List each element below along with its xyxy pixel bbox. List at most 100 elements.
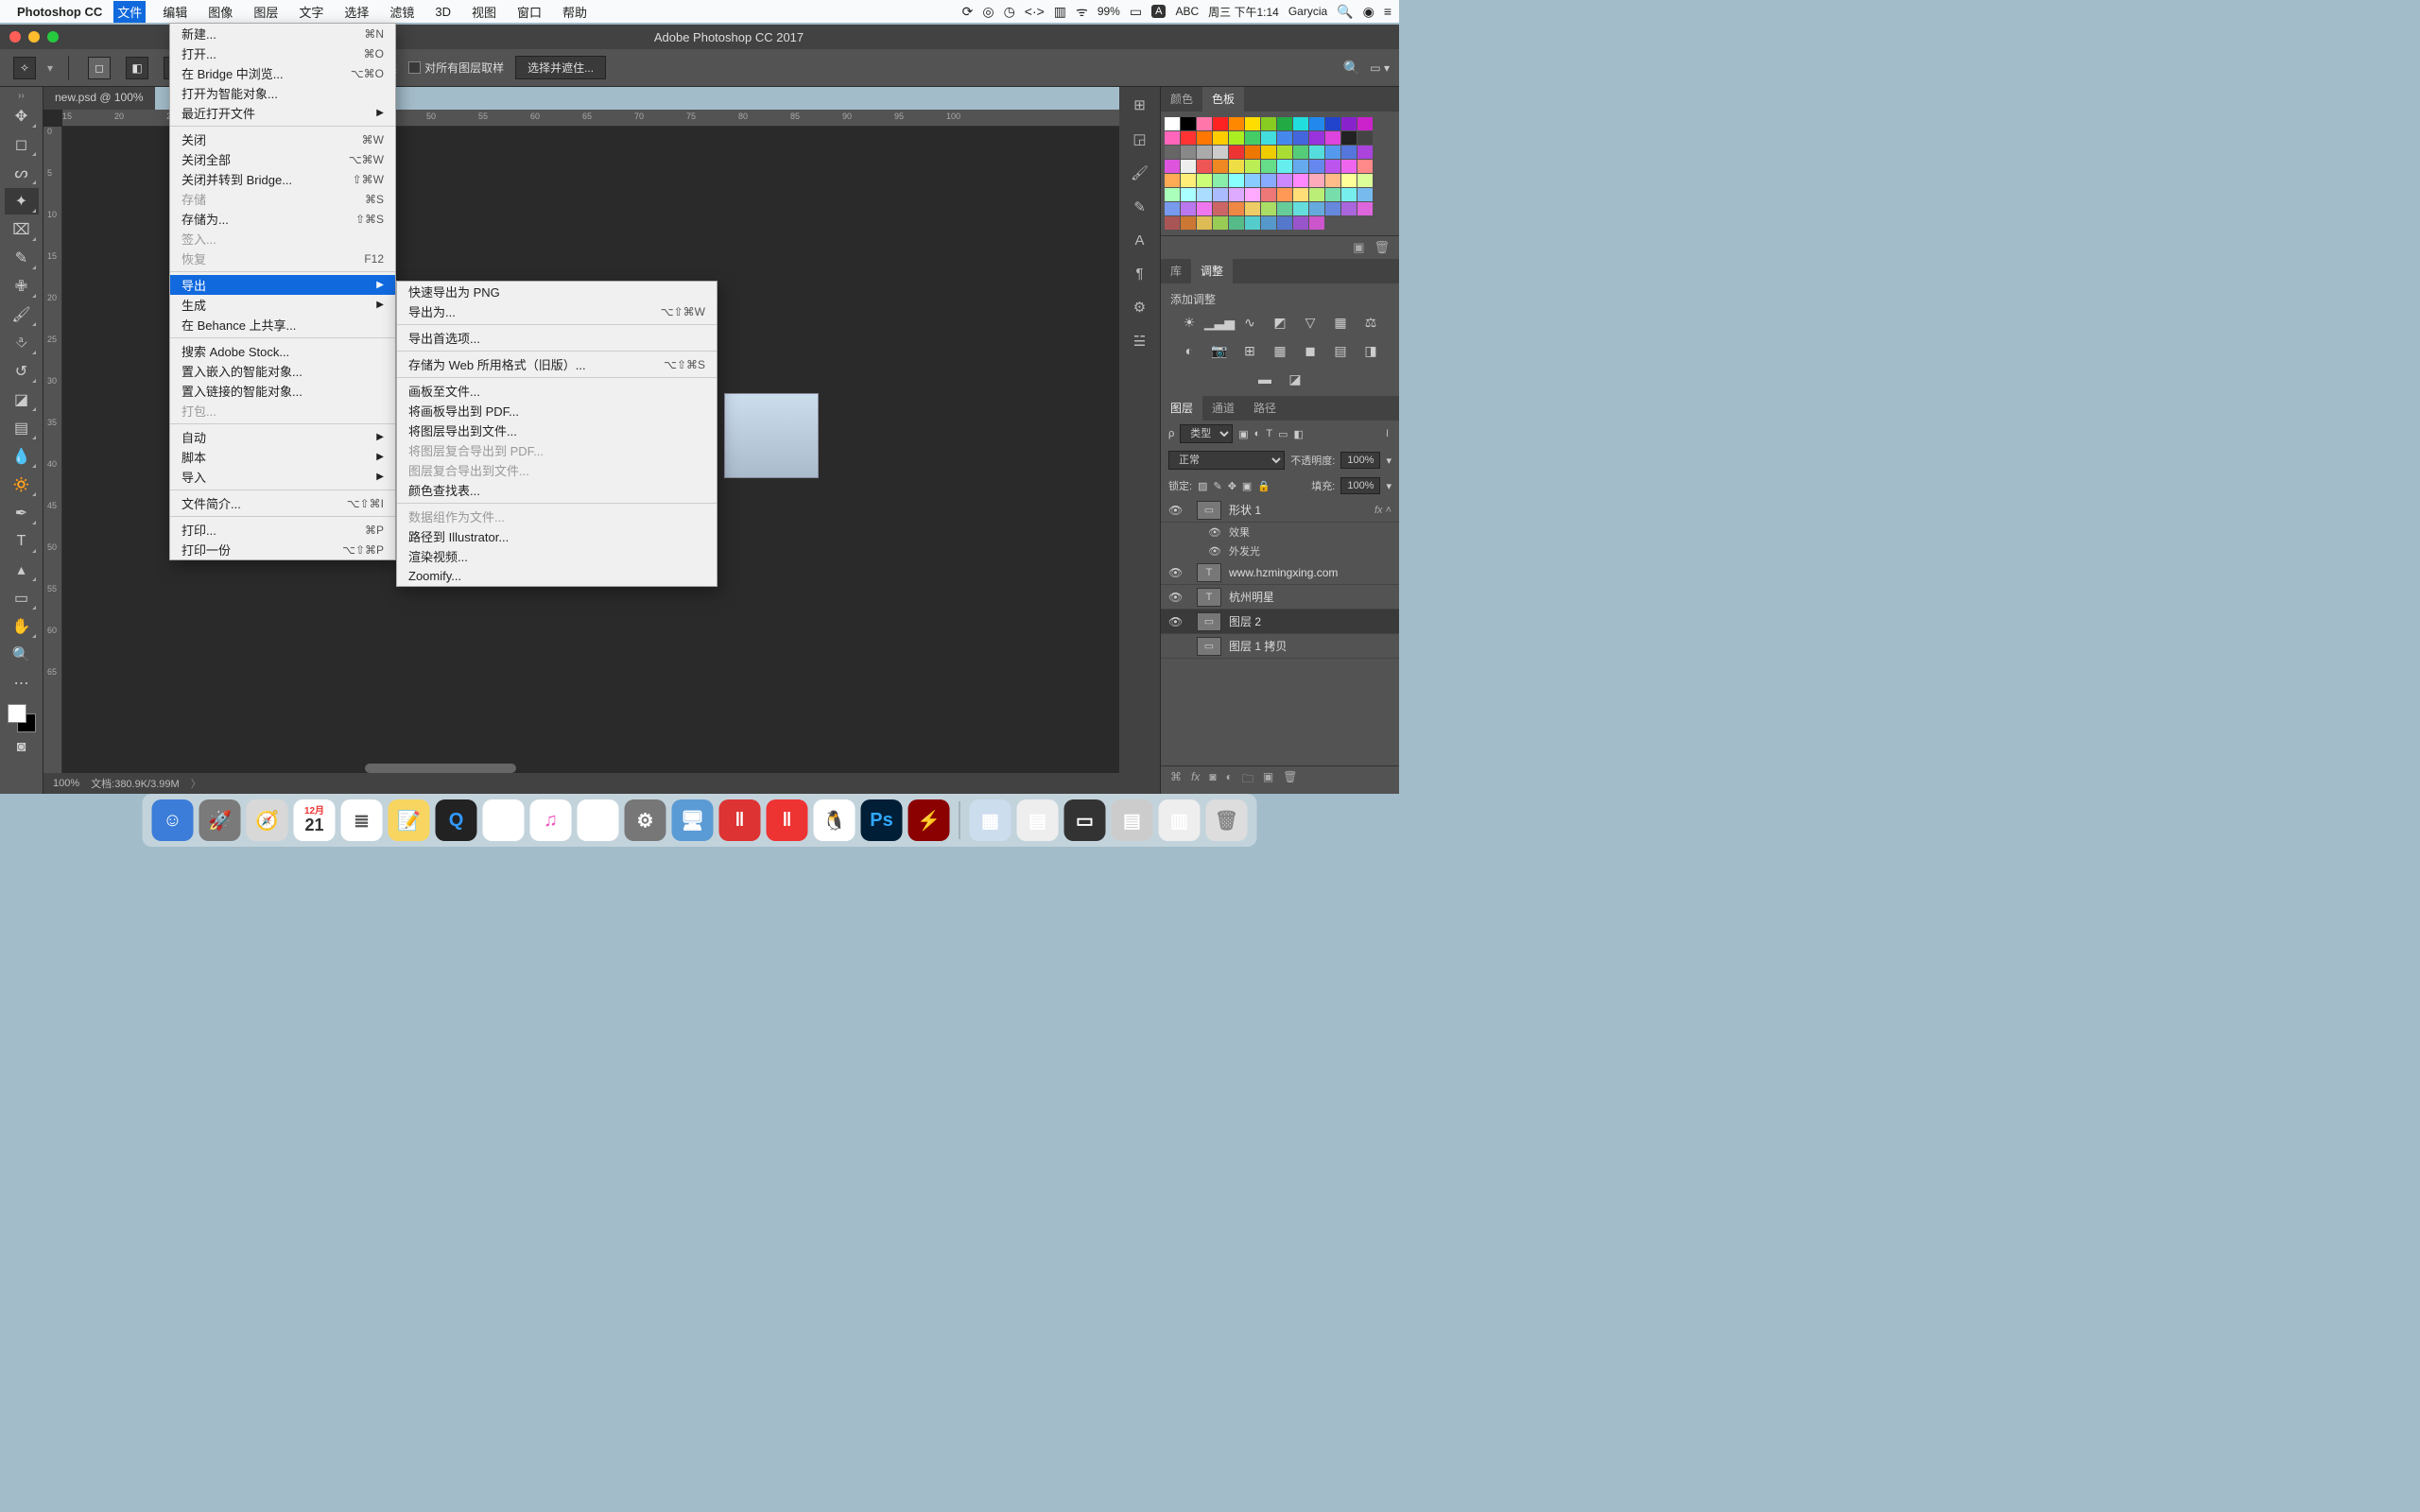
new-adjustlayer-icon[interactable]: ◐ xyxy=(1226,770,1233,790)
colorbal-icon[interactable]: ⚖ xyxy=(1360,313,1381,332)
menu-item[interactable]: 存储为...⇧⌘S xyxy=(170,209,395,229)
swatch[interactable] xyxy=(1341,131,1357,145)
opacity-value[interactable]: 100% xyxy=(1340,452,1380,469)
layer-row[interactable]: ▭图层 1 拷贝 xyxy=(1161,634,1399,659)
select-and-mask-button[interactable]: 选择并遮住... xyxy=(515,56,606,79)
eraser-tool[interactable]: ◪ xyxy=(5,387,39,413)
lock-artboard-icon[interactable]: ▣ xyxy=(1242,480,1252,492)
selective-color-icon[interactable]: ◪ xyxy=(1285,369,1305,388)
layer-row[interactable]: 👁▭图层 2 xyxy=(1161,610,1399,634)
swatch[interactable] xyxy=(1325,188,1340,201)
histogram-icon[interactable]: ⊞ xyxy=(1133,96,1146,113)
layers-icon[interactable]: ☱ xyxy=(1133,333,1146,350)
menu-item[interactable]: 将图层导出到文件... xyxy=(397,421,717,440)
menu-item[interactable]: 新建...⌘N xyxy=(170,24,395,43)
menu-item[interactable]: 打印...⌘P xyxy=(170,520,395,540)
swatch[interactable] xyxy=(1165,146,1180,159)
ime-badge[interactable]: A xyxy=(1151,5,1166,18)
dodge-tool[interactable]: 🔅 xyxy=(5,472,39,498)
swatch[interactable] xyxy=(1245,174,1260,187)
swatch[interactable] xyxy=(1341,202,1357,215)
swatch[interactable] xyxy=(1277,117,1292,130)
swatch[interactable] xyxy=(1293,202,1308,215)
swatch[interactable] xyxy=(1245,216,1260,230)
swatch[interactable] xyxy=(1357,146,1373,159)
swatch[interactable] xyxy=(1261,174,1276,187)
swatch[interactable] xyxy=(1357,188,1373,201)
swatch[interactable] xyxy=(1341,160,1357,173)
gradmap-icon[interactable]: ▬ xyxy=(1254,369,1275,388)
swatch[interactable] xyxy=(1165,117,1180,130)
swatch[interactable] xyxy=(1357,131,1373,145)
swatch[interactable] xyxy=(1309,160,1324,173)
swatch[interactable] xyxy=(1341,117,1357,130)
swatch[interactable] xyxy=(1229,216,1244,230)
zoom-window-button[interactable] xyxy=(47,31,59,43)
menu-item[interactable]: 导入▶ xyxy=(170,467,395,487)
hand-tool[interactable]: ✋ xyxy=(5,613,39,640)
trash-app[interactable]: 🗑 xyxy=(1206,799,1248,841)
new-layer-icon[interactable]: ▣ xyxy=(1263,770,1273,790)
parallels2-app[interactable]: ‖ xyxy=(767,799,808,841)
menu-item[interactable]: 置入链接的智能对象... xyxy=(170,381,395,401)
layer-thumbnail[interactable]: T xyxy=(1197,588,1221,607)
swatch[interactable] xyxy=(1197,131,1212,145)
navigator-icon[interactable]: ◲ xyxy=(1132,130,1146,147)
siri-icon[interactable]: ◉ xyxy=(1363,4,1374,20)
menu-edit[interactable]: 编辑 xyxy=(159,1,191,23)
safari-app[interactable]: 🧭 xyxy=(247,799,288,841)
menu-item[interactable]: 路径到 Illustrator... xyxy=(397,526,717,546)
close-window-button[interactable] xyxy=(9,31,21,43)
swatch[interactable] xyxy=(1309,131,1324,145)
menu-type[interactable]: 文字 xyxy=(295,1,327,23)
swatch[interactable] xyxy=(1309,188,1324,201)
exposure-icon[interactable]: ◩ xyxy=(1270,313,1290,332)
visibility-icon[interactable]: 👁 xyxy=(1168,566,1184,579)
tab-channels[interactable]: 通道 xyxy=(1202,395,1244,421)
menu-select[interactable]: 选择 xyxy=(340,1,372,23)
swatch[interactable] xyxy=(1197,160,1212,173)
swatch[interactable] xyxy=(1213,146,1228,159)
tab-adjustments[interactable]: 调整 xyxy=(1191,258,1233,284)
ruler-vertical[interactable]: 05101520253035404550556065 xyxy=(43,127,62,794)
menu-item[interactable]: 最近打开文件▶ xyxy=(170,103,395,123)
swatch[interactable] xyxy=(1229,174,1244,187)
menu-item[interactable]: 导出▶ xyxy=(170,275,395,295)
fill-value[interactable]: 100% xyxy=(1340,477,1380,494)
swatch[interactable] xyxy=(1277,131,1292,145)
visibility-icon[interactable]: 👁 xyxy=(1208,545,1221,558)
swatch[interactable] xyxy=(1293,146,1308,159)
menu-help[interactable]: 帮助 xyxy=(559,1,591,23)
swatch[interactable] xyxy=(1261,216,1276,230)
visibility-icon[interactable]: 👁 xyxy=(1208,526,1221,539)
swatch[interactable] xyxy=(1357,117,1373,130)
swatch[interactable] xyxy=(1213,216,1228,230)
dock-window-1[interactable]: ▦ xyxy=(970,799,1011,841)
magic-wand-tool[interactable]: ✦ xyxy=(5,188,39,215)
lasso-tool[interactable]: ᔕ xyxy=(5,160,39,186)
blend-mode-select[interactable]: 正常 xyxy=(1168,451,1285,470)
menu-window[interactable]: 窗口 xyxy=(513,1,545,23)
swatch[interactable] xyxy=(1181,131,1196,145)
path-select-tool[interactable]: ▴ xyxy=(5,557,39,583)
posterize-icon[interactable]: ▤ xyxy=(1330,341,1351,360)
swatch[interactable] xyxy=(1325,160,1340,173)
reminders-app[interactable]: ≣ xyxy=(341,799,383,841)
brush-panel-icon[interactable]: 🖌 xyxy=(1131,164,1149,181)
delete-swatch-icon[interactable]: 🗑 xyxy=(1374,240,1390,255)
paragraph-panel-icon[interactable]: ¶ xyxy=(1135,266,1143,282)
menu-file[interactable]: 文件 xyxy=(113,1,146,23)
selection-add-icon[interactable]: ◧ xyxy=(126,57,148,79)
swatch[interactable] xyxy=(1277,146,1292,159)
menu-item[interactable]: 导出首选项... xyxy=(397,328,717,348)
layer-filter-kind[interactable]: 类型 xyxy=(1180,424,1233,443)
swatch[interactable] xyxy=(1197,146,1212,159)
swatch[interactable] xyxy=(1165,160,1180,173)
lock-pixels-icon[interactable]: ▨ xyxy=(1198,480,1207,492)
brush-tool[interactable]: 🖌 xyxy=(5,301,39,328)
swatch[interactable] xyxy=(1245,160,1260,173)
swatch[interactable] xyxy=(1341,146,1357,159)
tab-swatches[interactable]: 色板 xyxy=(1202,87,1244,112)
layer-effect-item[interactable]: 👁 效果 xyxy=(1161,523,1399,541)
swatch[interactable] xyxy=(1181,146,1196,159)
